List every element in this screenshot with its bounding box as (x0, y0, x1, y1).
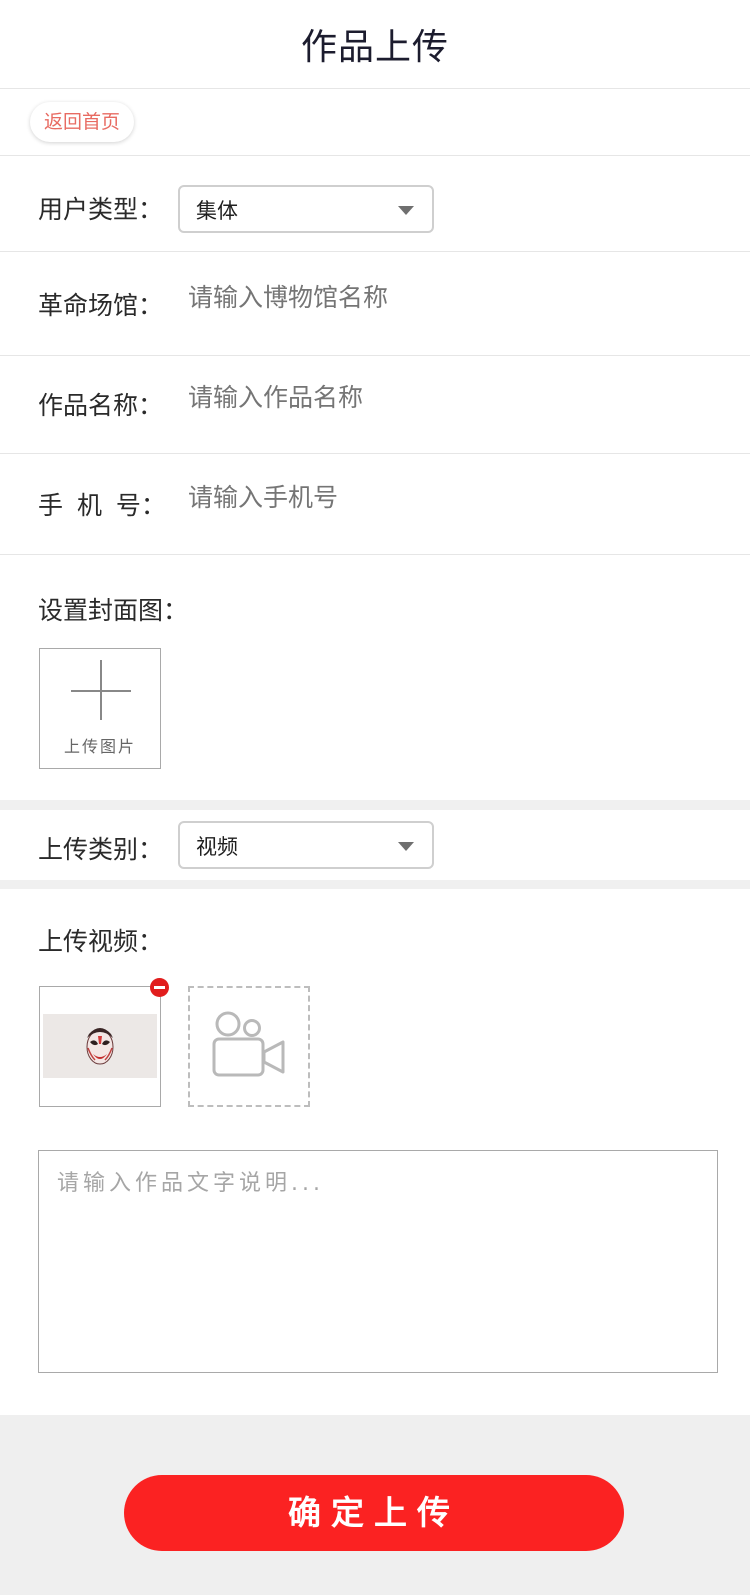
upload-category-select[interactable]: 视频 (178, 821, 434, 869)
work-name-input[interactable] (188, 383, 708, 412)
user-type-select[interactable]: 集体 (178, 185, 434, 233)
page-title: 作品上传 (300, 27, 449, 68)
video-thumbnail[interactable] (39, 986, 161, 1107)
venue-input[interactable] (188, 283, 708, 312)
video-label: 上传视频： (38, 927, 164, 956)
cover-upload-button[interactable]: 上传图片 (39, 648, 161, 769)
section-divider (0, 800, 750, 810)
upload-category-value: 视频 (196, 835, 238, 859)
user-type-label: 用户类型： (38, 195, 164, 224)
work-name-label: 作品名称： (38, 391, 164, 420)
plus-icon-vertical (100, 660, 102, 720)
phone-row: 手 机 号： (0, 454, 750, 555)
section-divider (0, 880, 750, 889)
remove-video-button[interactable] (150, 978, 169, 997)
add-video-button[interactable] (188, 986, 310, 1107)
upload-category-row: 上传类别： 视频 (0, 810, 750, 880)
video-camera-icon (212, 1011, 285, 1077)
description-textarea[interactable] (38, 1150, 718, 1373)
video-still (43, 1014, 157, 1078)
upload-category-label: 上传类别： (38, 835, 164, 864)
caret-down-icon (398, 206, 414, 215)
back-home-button[interactable]: 返回首页 (30, 102, 134, 142)
cover-label: 设置封面图： (38, 596, 189, 625)
venue-row: 革命场馆： (0, 252, 750, 356)
confirm-upload-button[interactable]: 确定上传 (124, 1475, 624, 1551)
top-header: 作品上传 (0, 0, 750, 89)
user-type-row: 用户类型： 集体 (0, 156, 750, 252)
phone-input[interactable] (188, 483, 708, 512)
work-name-row: 作品名称： (0, 356, 750, 454)
footer: 确定上传 (0, 1415, 750, 1595)
opera-mask-thumbnail (86, 1028, 114, 1065)
caret-down-icon (398, 842, 414, 851)
phone-label: 手 机 号： (38, 491, 166, 520)
upload-image-caption: 上传图片 (63, 737, 136, 756)
venue-label: 革命场馆： (38, 291, 164, 320)
back-bar: 返回首页 (0, 89, 750, 156)
remove-icon (154, 986, 165, 989)
user-type-value: 集体 (196, 199, 238, 223)
